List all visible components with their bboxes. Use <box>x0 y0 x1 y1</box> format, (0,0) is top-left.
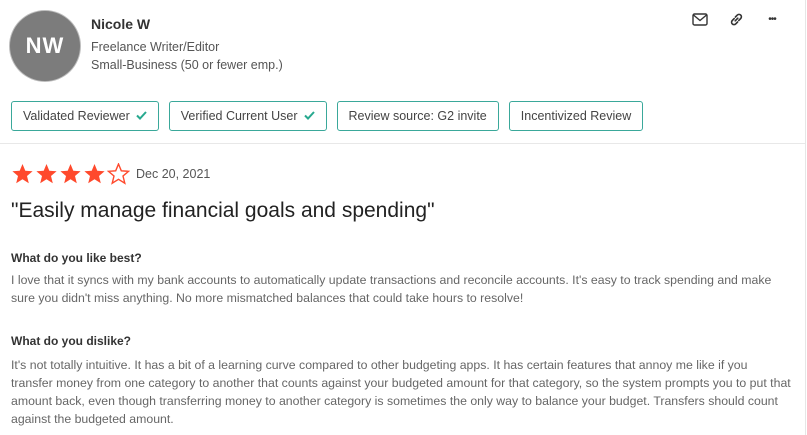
check-icon <box>136 109 147 123</box>
reviewer-name[interactable]: Nicole W <box>91 16 150 32</box>
dislikes-heading: What do you dislike? <box>11 334 132 348</box>
review-badges: Validated Reviewer Verified Current User… <box>11 101 644 131</box>
review-title: "Easily manage financial goals and spend… <box>11 199 435 222</box>
star-rating <box>11 163 130 185</box>
star-filled-icon <box>36 164 57 184</box>
more-icon[interactable]: ••• <box>761 10 783 28</box>
rating-row: Dec 20, 2021 <box>11 163 210 185</box>
badge-incentivized-review[interactable]: Incentivized Review <box>508 101 644 131</box>
review-card: NW Nicole W Freelance Writer/Editor Smal… <box>0 0 806 435</box>
badge-label: Validated Reviewer <box>23 109 130 123</box>
avatar[interactable]: NW <box>10 11 80 81</box>
reviewer-company-size: Small-Business (50 or fewer emp.) <box>91 58 283 72</box>
badge-label: Incentivized Review <box>520 109 632 123</box>
badge-label: Verified Current User <box>180 109 298 123</box>
review-actions: ••• <box>689 10 783 28</box>
reviewer-role: Freelance Writer/Editor <box>91 40 220 54</box>
check-icon <box>303 109 315 123</box>
badge-validated-reviewer[interactable]: Validated Reviewer <box>11 101 159 131</box>
star-filled-icon <box>84 164 105 184</box>
badge-label: Review source: G2 invite <box>348 109 487 123</box>
section-divider <box>0 143 805 144</box>
avatar-initials: NW <box>25 33 65 58</box>
dislikes-text: It's not totally intuitive. It has a bit… <box>11 358 791 426</box>
review-date: Dec 20, 2021 <box>136 167 211 181</box>
badge-review-source[interactable]: Review source: G2 invite <box>336 101 499 131</box>
more-label: ••• <box>768 13 776 25</box>
star-empty-icon <box>107 163 130 185</box>
badge-verified-current-user[interactable]: Verified Current User <box>168 101 327 131</box>
star-filled-icon <box>60 164 81 184</box>
likes-heading: What do you like best? <box>11 251 142 265</box>
star-filled-icon <box>12 164 33 184</box>
link-icon[interactable] <box>725 10 747 28</box>
likes-text: I love that it syncs with my bank accoun… <box>11 273 772 305</box>
mail-icon[interactable] <box>689 10 711 28</box>
